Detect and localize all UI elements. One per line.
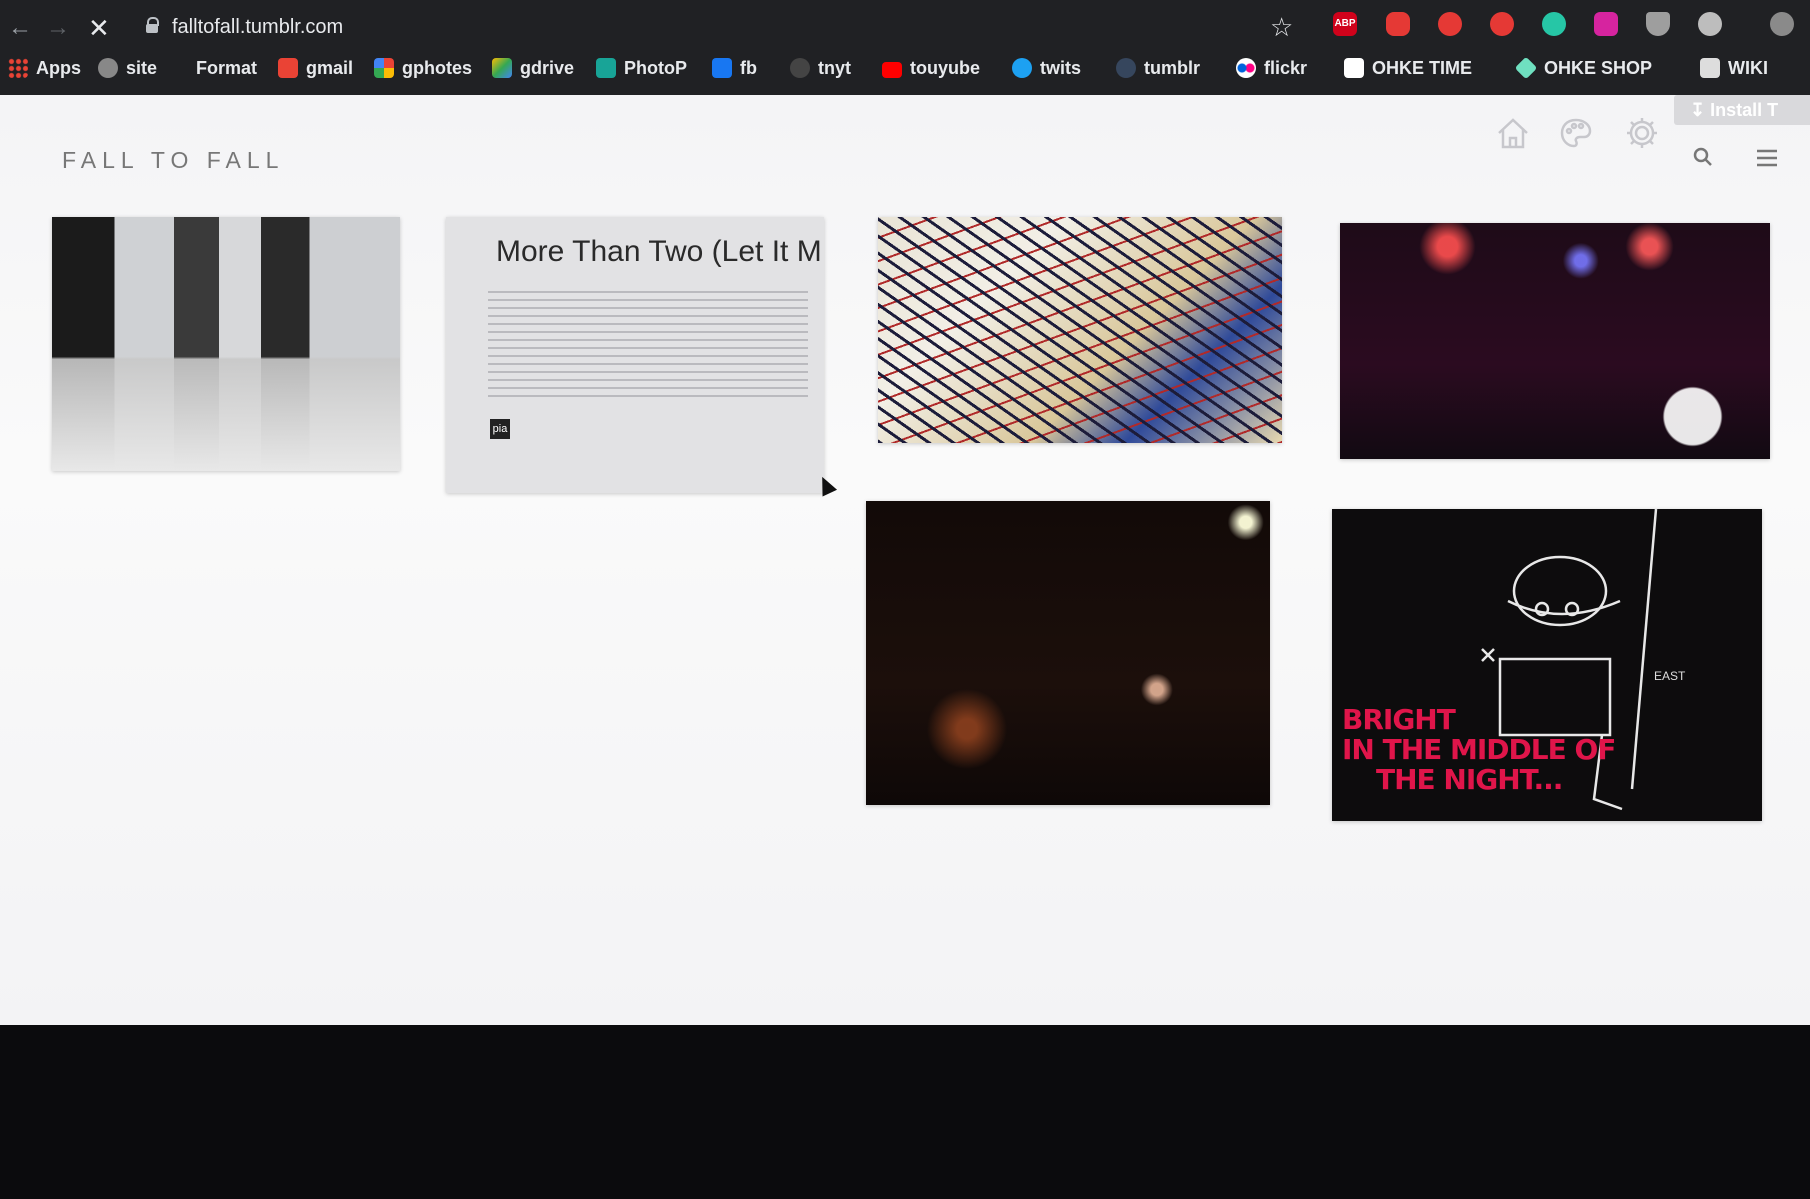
bookmark-star-icon[interactable]: ☆ [1270, 12, 1293, 43]
tumblr-page: ↧ Install T FALL TO FALL More Than Two (… [0, 95, 1810, 1127]
shield-icon[interactable] [1646, 12, 1670, 36]
post-chalk-drawing[interactable]: BRIGHT IN THE MIDDLE OF THE NIGHT... EAS… [1332, 509, 1762, 821]
gmail-icon [278, 58, 298, 78]
post-more-than-two[interactable]: More Than Two (Let It M pia [446, 217, 824, 493]
bookmarks-bar: Apps site Format gmail gphotes gdrive Ph… [0, 48, 1810, 92]
install-app-button[interactable]: ↧ Install T [1674, 95, 1810, 125]
youtube-icon [882, 62, 902, 78]
ohke-time-icon [1344, 58, 1364, 78]
gear-icon[interactable] [1624, 115, 1660, 151]
pia-logo: pia [490, 419, 510, 439]
bookmark-youtube[interactable]: touyube [882, 58, 980, 79]
red-dot-extension-icon[interactable] [1490, 12, 1514, 36]
home-icon[interactable] [1495, 115, 1531, 151]
apps-grid-icon [8, 58, 28, 78]
site-icon [98, 58, 118, 78]
nyt-icon [790, 58, 810, 78]
flickr-icon [1236, 58, 1256, 78]
hamburger-menu-icon[interactable] [1756, 149, 1778, 167]
tumblr-icon [1116, 58, 1136, 78]
link-icon[interactable] [1698, 12, 1722, 36]
address-bar[interactable]: falltofall.tumblr.com [172, 16, 343, 39]
bookmark-ohke-time[interactable]: OHKE TIME [1344, 58, 1472, 79]
facebook-icon [712, 58, 732, 78]
format-icon [176, 58, 188, 78]
photopea-icon [596, 58, 616, 78]
profile-avatar-icon[interactable] [1770, 12, 1794, 36]
browser-chrome: ← → ✕ falltofall.tumblr.com ☆ ABP Apps s… [0, 0, 1810, 95]
wikipedia-icon [1700, 58, 1720, 78]
red-dot-extension-icon[interactable] [1438, 12, 1462, 36]
bookmark-tumblr[interactable]: tumblr [1116, 58, 1200, 79]
adblock-icon[interactable]: ABP [1333, 12, 1357, 36]
grammarly-icon[interactable] [1542, 12, 1566, 36]
bookmark-gdrive[interactable]: gdrive [492, 58, 574, 79]
post-concert-stage[interactable] [1340, 223, 1770, 459]
bookmark-fb[interactable]: fb [712, 58, 757, 79]
palette-icon[interactable] [1559, 117, 1593, 149]
bookmark-tnyt[interactable]: tnyt [790, 58, 851, 79]
bookmark-ohke-shop[interactable]: OHKE SHOP [1514, 56, 1652, 80]
twitter-icon [1012, 58, 1032, 78]
bookmark-format[interactable]: Format [176, 58, 257, 79]
bookmark-twits[interactable]: twits [1012, 58, 1081, 79]
gdrive-icon [492, 58, 512, 78]
bookmark-site[interactable]: site [98, 58, 157, 79]
back-arrow-icon[interactable]: ← [8, 14, 32, 42]
text-columns [488, 291, 808, 401]
hand-stop-icon[interactable] [1386, 12, 1410, 36]
chalk-signature: EAST [1654, 669, 1686, 683]
search-icon[interactable] [1693, 147, 1713, 167]
ohke-shop-icon [1514, 56, 1538, 80]
post-night-street[interactable] [866, 501, 1270, 805]
stop-loading-icon[interactable]: ✕ [88, 14, 110, 42]
gphotos-icon [374, 58, 394, 78]
bookmark-photop[interactable]: PhotoP [596, 58, 687, 79]
lock-icon[interactable] [146, 17, 159, 33]
bookmark-flickr[interactable]: flickr [1236, 58, 1307, 79]
bookmark-wiki[interactable]: WIKI [1700, 58, 1768, 79]
post-gallery-photo[interactable] [52, 217, 400, 471]
post-title: More Than Two (Let It M [496, 235, 822, 268]
bookmark-gmail[interactable]: gmail [278, 58, 353, 79]
site-title[interactable]: FALL TO FALL [62, 147, 284, 174]
bookmark-apps[interactable]: Apps [8, 58, 81, 79]
forward-arrow-icon[interactable]: → [46, 14, 70, 42]
monitor-bezel [0, 1025, 1810, 1199]
bookmark-gphotos[interactable]: gphotes [374, 58, 472, 79]
post-graffiti-wall[interactable] [878, 217, 1282, 443]
instagram-icon[interactable] [1594, 12, 1618, 36]
chalk-text: BRIGHT IN THE MIDDLE OF THE NIGHT... [1342, 703, 1616, 796]
